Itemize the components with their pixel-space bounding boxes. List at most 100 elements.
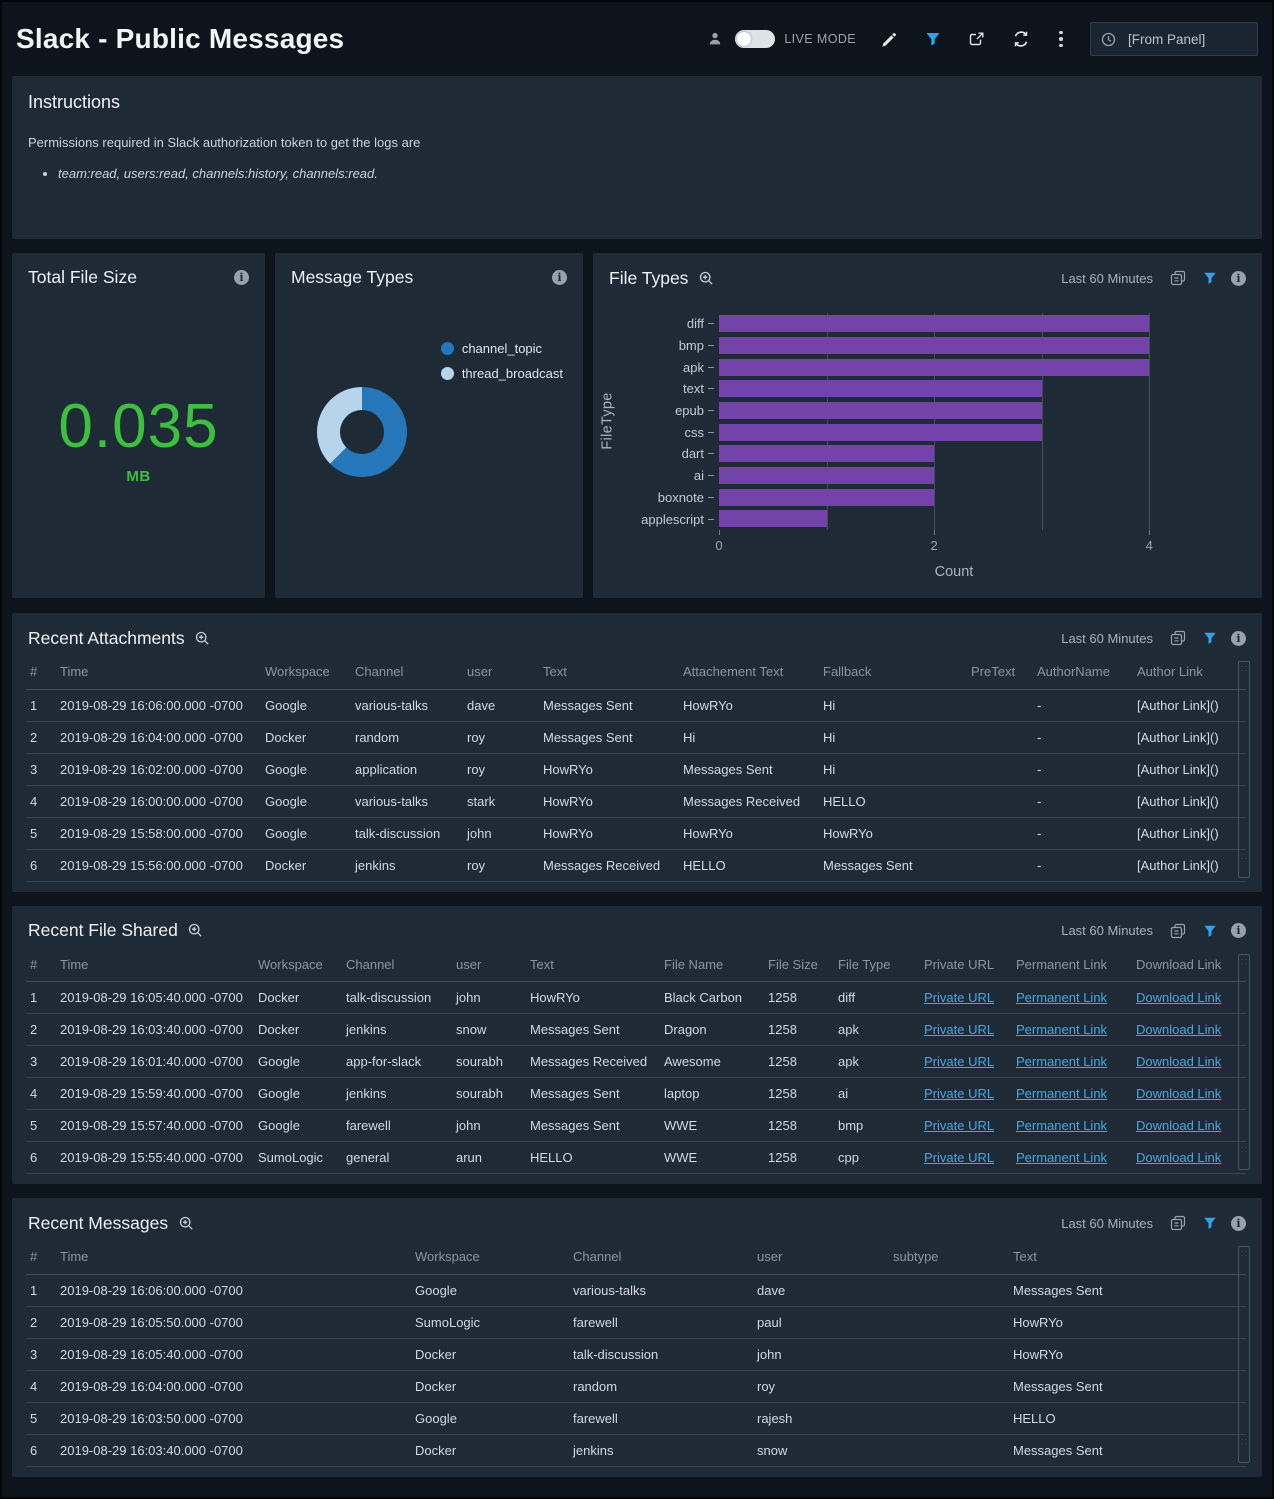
y-tick-mark	[708, 497, 714, 498]
download-link-link[interactable]: Download Link	[1136, 990, 1221, 1005]
table-cell: john	[753, 1338, 889, 1370]
table-row[interactable]: 62019-08-29 15:55:40.000 -0700SumoLogicg…	[26, 1142, 1246, 1174]
table-row[interactable]: 22019-08-29 16:05:50.000 -0700SumoLogicf…	[26, 1306, 1246, 1338]
edit-pencil-icon[interactable]	[878, 28, 900, 50]
column-header-pretext: PreText	[967, 655, 1033, 689]
table-row[interactable]: 62019-08-29 16:03:40.000 -0700Dockerjenk…	[26, 1434, 1246, 1466]
time-range-selector[interactable]: [From Panel]	[1090, 22, 1258, 56]
info-icon[interactable]: i	[1231, 1216, 1246, 1231]
panel-title: Recent Messages	[28, 1213, 168, 1234]
download-link-link[interactable]: Download Link	[1136, 1086, 1221, 1101]
bar-bmp[interactable]	[719, 337, 1149, 354]
table-row[interactable]: 12019-08-29 16:06:00.000 -0700Googlevari…	[26, 689, 1246, 721]
download-link-link[interactable]: Download Link	[1136, 1054, 1221, 1069]
table-scrollbar[interactable]	[1238, 954, 1250, 1171]
table-scrollbar[interactable]	[1238, 661, 1250, 878]
permanent-link-link[interactable]: Permanent Link	[1016, 1150, 1107, 1165]
table-row[interactable]: 22019-08-29 16:03:40.000 -0700Dockerjenk…	[26, 1014, 1246, 1046]
filter-funnel-icon[interactable]	[1199, 920, 1221, 942]
permanent-link-link[interactable]: Permanent Link	[1016, 1118, 1107, 1133]
table-row[interactable]: 52019-08-29 15:57:40.000 -0700Googlefare…	[26, 1110, 1246, 1142]
table-cell: Docker	[411, 1338, 569, 1370]
info-icon[interactable]: i	[1231, 631, 1246, 646]
info-icon[interactable]: i	[1231, 271, 1246, 286]
table-row[interactable]: 52019-08-29 16:03:50.000 -0700Googlefare…	[26, 1402, 1246, 1434]
private-url-link[interactable]: Private URL	[924, 1150, 994, 1165]
legend-item-thread-broadcast[interactable]: thread_broadcast	[441, 366, 563, 381]
y-tick-mark	[708, 453, 714, 454]
table-row[interactable]: 42019-08-29 16:00:00.000 -0700Googlevari…	[26, 785, 1246, 817]
bar-dart[interactable]	[719, 445, 934, 462]
copy-panel-icon[interactable]	[1167, 267, 1189, 289]
table-cell: Download Link	[1132, 1078, 1246, 1110]
filter-funnel-icon[interactable]	[1199, 1212, 1221, 1234]
x-tick-mark	[719, 530, 720, 535]
permanent-link-link[interactable]: Permanent Link	[1016, 1086, 1107, 1101]
permanent-link-link[interactable]: Permanent Link	[1016, 1022, 1107, 1037]
table-cell: 2019-08-29 16:05:40.000 -0700	[56, 1338, 411, 1370]
bar-text[interactable]	[719, 380, 1042, 397]
private-url-link[interactable]: Private URL	[924, 1118, 994, 1133]
recent-attachments-panel: Recent Attachments Last 60 Minutes i #Ti…	[12, 613, 1262, 892]
bar-boxnote[interactable]	[719, 489, 934, 506]
bar-ai[interactable]	[719, 467, 934, 484]
copy-panel-icon[interactable]	[1167, 627, 1189, 649]
bar-epub[interactable]	[719, 402, 1042, 419]
table-row[interactable]: 42019-08-29 15:59:40.000 -0700Googlejenk…	[26, 1078, 1246, 1110]
info-icon[interactable]: i	[234, 270, 249, 285]
download-link-link[interactable]: Download Link	[1136, 1150, 1221, 1165]
table-cell: Dragon	[660, 1014, 764, 1046]
zoom-panel-icon[interactable]	[175, 1212, 197, 1234]
table-cell: HELLO	[679, 849, 819, 881]
filter-funnel-icon[interactable]	[922, 28, 944, 50]
permanent-link-link[interactable]: Permanent Link	[1016, 1054, 1107, 1069]
bar-diff[interactable]	[719, 315, 1149, 332]
bar-applescript[interactable]	[719, 510, 827, 527]
table-row[interactable]: 32019-08-29 16:05:40.000 -0700Dockertalk…	[26, 1338, 1246, 1370]
kebab-menu-icon[interactable]	[1054, 31, 1068, 48]
private-url-link[interactable]: Private URL	[924, 990, 994, 1005]
zoom-panel-icon[interactable]	[192, 627, 214, 649]
column-header-text: Text	[1009, 1240, 1246, 1274]
filter-funnel-icon[interactable]	[1199, 627, 1221, 649]
private-url-link[interactable]: Private URL	[924, 1022, 994, 1037]
table-cell: john	[452, 982, 526, 1014]
legend-dot	[441, 342, 454, 355]
total-file-size-value: 0.035	[12, 396, 265, 458]
table-row[interactable]: 52019-08-29 15:58:00.000 -0700Googletalk…	[26, 817, 1246, 849]
copy-panel-icon[interactable]	[1167, 920, 1189, 942]
download-link-link[interactable]: Download Link	[1136, 1022, 1221, 1037]
info-icon[interactable]: i	[1231, 923, 1246, 938]
table-cell	[889, 1274, 1009, 1306]
private-url-link[interactable]: Private URL	[924, 1086, 994, 1101]
bar-apk[interactable]	[719, 359, 1149, 376]
copy-panel-icon[interactable]	[1167, 1212, 1189, 1234]
refresh-icon[interactable]	[1010, 28, 1032, 50]
info-icon[interactable]: i	[552, 270, 567, 285]
x-axis-ticks: 024	[719, 530, 1189, 556]
share-icon[interactable]	[966, 28, 988, 50]
legend-item-channel-topic[interactable]: channel_topic	[441, 341, 563, 356]
table-row[interactable]: 32019-08-29 16:01:40.000 -0700Googleapp-…	[26, 1046, 1246, 1078]
bar-css[interactable]	[719, 424, 1042, 441]
table-scrollbar[interactable]	[1238, 1246, 1250, 1463]
table-cell: Private URL	[920, 1014, 1012, 1046]
filter-funnel-icon[interactable]	[1199, 267, 1221, 289]
table-row[interactable]: 42019-08-29 16:04:00.000 -0700Dockerrand…	[26, 1370, 1246, 1402]
table-row[interactable]: 22019-08-29 16:04:00.000 -0700Dockerrand…	[26, 721, 1246, 753]
table-row[interactable]: 12019-08-29 16:06:00.000 -0700Googlevari…	[26, 1274, 1246, 1306]
permanent-link-link[interactable]: Permanent Link	[1016, 990, 1107, 1005]
table-cell: Google	[261, 785, 351, 817]
table-row[interactable]: 12019-08-29 16:05:40.000 -0700Dockertalk…	[26, 982, 1246, 1014]
bar-row-bmp: bmp	[609, 335, 1262, 357]
download-link-link[interactable]: Download Link	[1136, 1118, 1221, 1133]
private-url-link[interactable]: Private URL	[924, 1054, 994, 1069]
column-header-: #	[26, 1240, 56, 1274]
user-icon[interactable]	[704, 28, 726, 50]
table-row[interactable]: 32019-08-29 16:02:00.000 -0700Googleappl…	[26, 753, 1246, 785]
live-mode-toggle[interactable]	[735, 30, 775, 48]
zoom-panel-icon[interactable]	[185, 920, 207, 942]
zoom-panel-icon[interactable]	[695, 267, 717, 289]
table-cell: roy	[463, 721, 539, 753]
table-row[interactable]: 62019-08-29 15:56:00.000 -0700Dockerjenk…	[26, 849, 1246, 881]
